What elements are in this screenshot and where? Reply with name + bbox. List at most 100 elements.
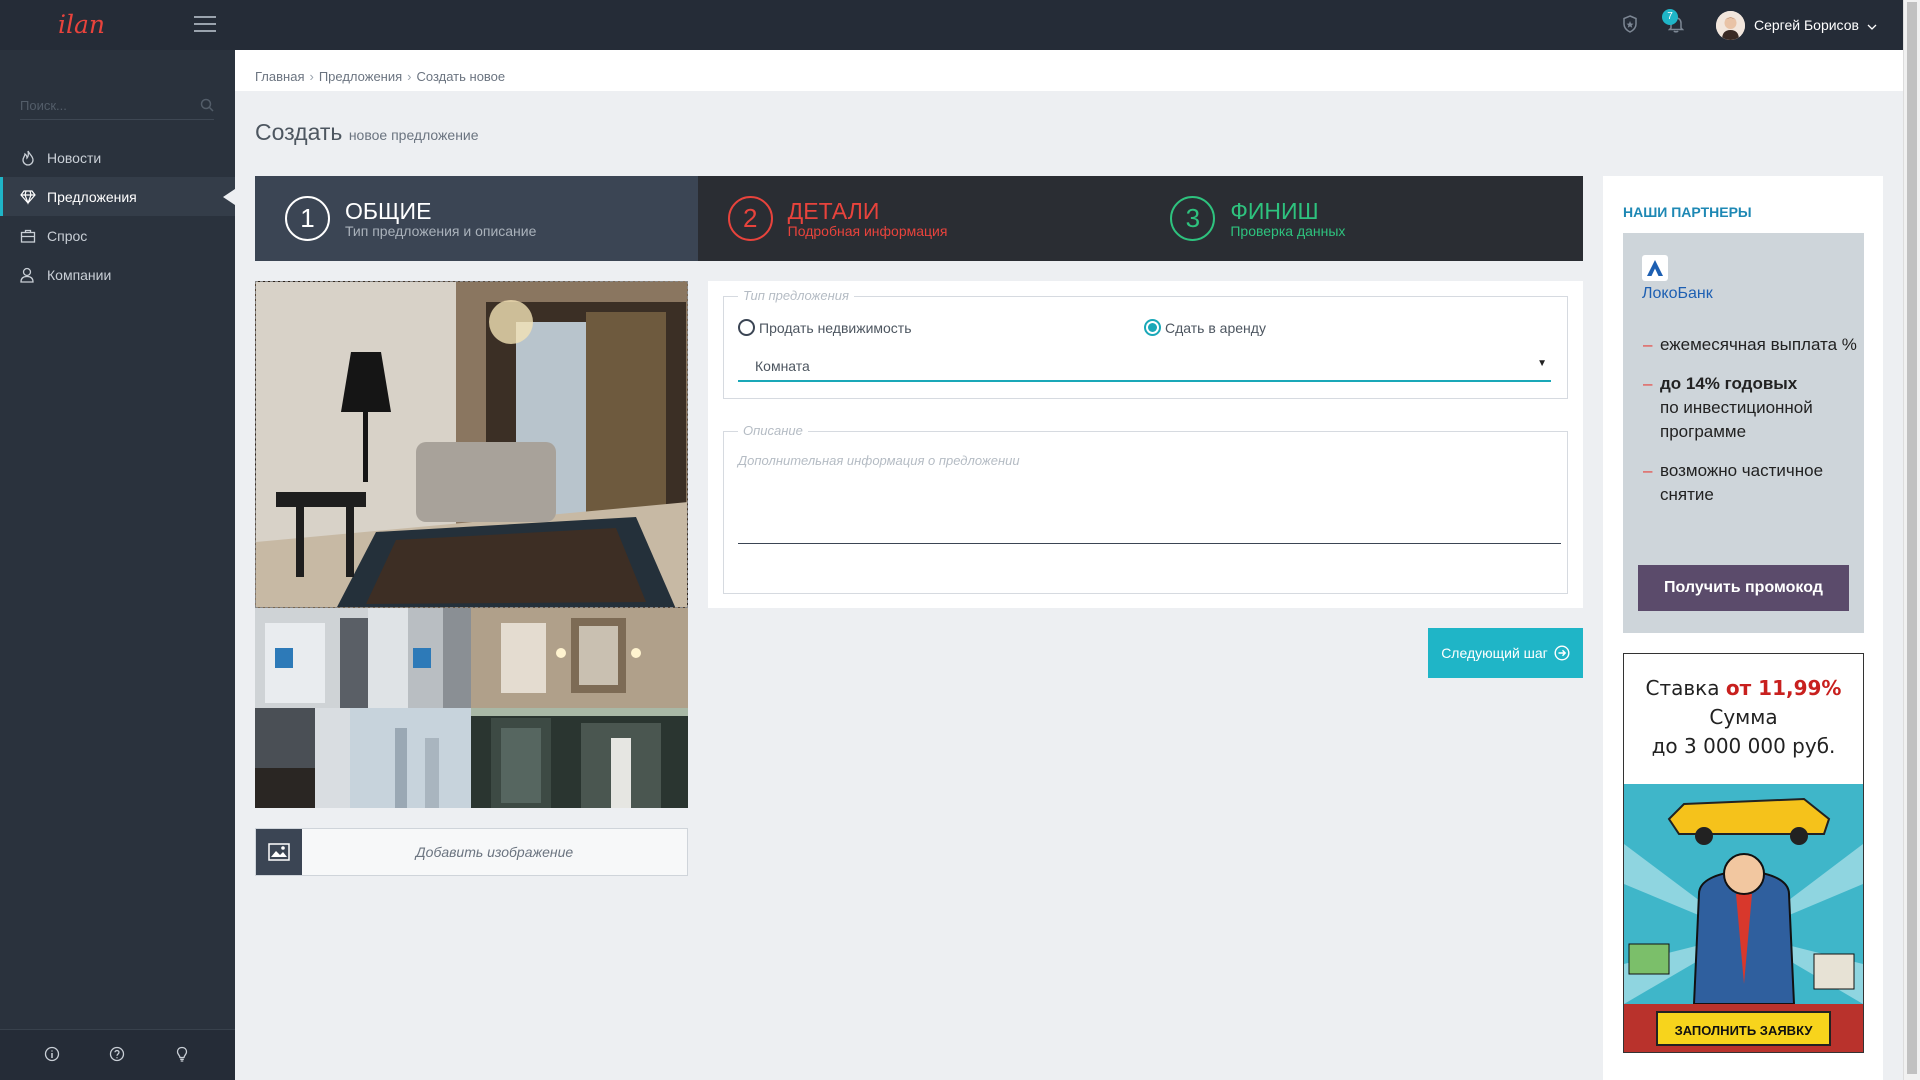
- benefit-text: ежемесячная выплата %: [1660, 335, 1857, 354]
- next-step-button[interactable]: Следующий шаг: [1428, 628, 1583, 678]
- breadcrumb: Главная › Предложения › Создать новое: [235, 50, 1903, 91]
- benefit-text: возможно частичное снятие: [1660, 461, 1824, 504]
- page-title-main: Создать: [255, 119, 343, 145]
- lightbulb-icon[interactable]: [174, 1046, 190, 1067]
- menu-toggle-icon[interactable]: [194, 16, 216, 33]
- wizard-steps: 1 ОБЩИЕ Тип предложения и описание 2 ДЕТ…: [255, 176, 1583, 261]
- briefcase-icon: [20, 229, 36, 243]
- top-bar: ilan 7 Сергей Борисов: [0, 0, 1903, 50]
- get-promo-button[interactable]: Получить промокод: [1638, 565, 1849, 611]
- step-number: 1: [285, 196, 330, 241]
- step-general[interactable]: 1 ОБЩИЕ Тип предложения и описание: [255, 176, 698, 261]
- app-logo[interactable]: ilan: [58, 10, 105, 39]
- search-icon[interactable]: [200, 98, 214, 117]
- sidebar-item-offers[interactable]: Предложения: [0, 177, 235, 216]
- apply-button[interactable]: ЗАПОЛНИТЬ ЗАЯВКУ: [1656, 1011, 1831, 1046]
- step-subtitle: Тип предложения и описание: [345, 222, 537, 239]
- user-name: Сергей Борисов: [1754, 17, 1859, 33]
- add-image-button[interactable]: Добавить изображение: [255, 828, 688, 876]
- thumbnail[interactable]: [368, 608, 471, 708]
- radio-rent[interactable]: Сдать в аренду: [1144, 319, 1266, 336]
- shield-icon[interactable]: [1622, 15, 1638, 38]
- step-subtitle: Подробная информация: [787, 222, 948, 239]
- page-subtitle: новое предложение: [348, 127, 479, 143]
- step-details[interactable]: 2 ДЕТАЛИ Подробная информация: [698, 176, 1141, 261]
- benefit-text: по инвестиционной программе: [1660, 398, 1813, 441]
- breadcrumb-current: Создать новое: [416, 69, 506, 84]
- sidebar-item-companies[interactable]: Компании: [0, 255, 235, 294]
- diamond-icon: [20, 189, 36, 205]
- sidebar-item-news[interactable]: Новости: [0, 138, 235, 177]
- chevron-down-icon: [1867, 17, 1877, 33]
- image-icon: [256, 829, 302, 875]
- add-image-label: Добавить изображение: [415, 844, 574, 860]
- benefit-item: ежемесячная выплата %: [1643, 333, 1864, 357]
- main-photo[interactable]: [255, 281, 688, 608]
- step-title: ДЕТАЛИ: [787, 197, 880, 224]
- description-legend: Описание: [738, 423, 808, 438]
- radio-rent-dot[interactable]: [1144, 319, 1161, 336]
- avatar: [1716, 10, 1745, 40]
- thumbnail[interactable]: [255, 708, 471, 808]
- arrow-right-circle-icon: [1554, 645, 1570, 661]
- thumbnail[interactable]: [471, 608, 688, 708]
- partners-panel: НАШИ ПАРТНЕРЫ ЛокоБанк ежемесячная выпла…: [1603, 176, 1883, 1080]
- user-menu[interactable]: Сергей Борисов: [1716, 10, 1877, 40]
- info-icon[interactable]: [44, 1046, 60, 1067]
- step-title: ФИНИШ: [1230, 197, 1319, 224]
- description-fieldset: Описание Дополнительная информация о пре…: [723, 423, 1568, 594]
- rate-prefix: Ставка: [1645, 676, 1720, 700]
- sidebar: Новости Предложения Спрос Компании: [0, 50, 235, 1080]
- sidebar-nav: Новости Предложения Спрос Компании: [0, 138, 235, 294]
- offer-type-fieldset: Тип предложения Продать недвижимость Сда…: [723, 288, 1568, 399]
- radio-sell[interactable]: Продать недвижимость: [738, 319, 912, 336]
- page-title: Создать новое предложение: [255, 119, 479, 146]
- breadcrumb-offers[interactable]: Предложения: [319, 69, 402, 91]
- next-step-label: Следующий шаг: [1441, 645, 1548, 661]
- notification-count-badge[interactable]: 7: [1662, 9, 1678, 25]
- description-textarea[interactable]: Дополнительная информация о предложении: [738, 448, 1561, 544]
- step-title: ОБЩИЕ: [345, 197, 432, 224]
- offer-form: Тип предложения Продать недвижимость Сда…: [708, 281, 1583, 608]
- step-number: 3: [1170, 196, 1216, 241]
- users-icon: [20, 267, 34, 283]
- property-type-select[interactable]: Комната ▼: [738, 349, 1551, 382]
- breadcrumb-separator-icon: ›: [407, 69, 412, 84]
- bank-name: ЛокоБанк: [1642, 285, 1713, 302]
- benefit-item: возможно частичное снятие: [1643, 459, 1864, 507]
- help-icon[interactable]: [109, 1046, 125, 1067]
- bank-banner[interactable]: ЛокоБанк ежемесячная выплата % до 14% го…: [1623, 233, 1864, 633]
- partners-title: НАШИ ПАРТНЕРЫ: [1623, 204, 1752, 220]
- scrollbar-thumb[interactable]: [1907, 2, 1917, 1074]
- thumbnail[interactable]: [471, 708, 688, 808]
- step-subtitle: Проверка данных: [1230, 222, 1346, 239]
- sidebar-item-demand[interactable]: Спрос: [0, 216, 235, 255]
- bank-logo-icon: [1642, 255, 1668, 286]
- breadcrumb-separator-icon: ›: [309, 69, 314, 84]
- page-scrollbar[interactable]: [1903, 0, 1920, 1080]
- benefit-item: до 14% годовых по инвестиционной программ…: [1643, 372, 1864, 444]
- caret-down-icon: ▼: [1537, 358, 1547, 369]
- search-input[interactable]: [20, 92, 190, 118]
- loan-ad-banner[interactable]: Ставка от 11,99% Сумма до 3 000 000 руб.…: [1623, 653, 1864, 1053]
- loan-ad-text: Ставка от 11,99% Сумма до 3 000 000 руб.: [1624, 674, 1863, 761]
- sidebar-item-label: Предложения: [47, 188, 137, 205]
- fire-icon: [22, 150, 34, 166]
- rate-value: от 11,99%: [1725, 676, 1842, 700]
- bank-benefits: ежемесячная выплата % до 14% годовых по и…: [1643, 333, 1864, 522]
- sidebar-footer: [0, 1029, 235, 1080]
- offer-type-legend: Тип предложения: [738, 288, 854, 303]
- radio-sell-label: Продать недвижимость: [759, 319, 912, 336]
- photo-gallery: [255, 281, 688, 808]
- radio-rent-label: Сдать в аренду: [1165, 319, 1266, 336]
- radio-sell-dot[interactable]: [738, 319, 755, 336]
- sidebar-item-label: Новости: [47, 149, 102, 166]
- breadcrumb-home[interactable]: Главная: [255, 69, 304, 91]
- thumbnail[interactable]: [255, 608, 368, 708]
- amount-label: Сумма: [1709, 705, 1778, 729]
- benefit-bold: до 14% годовых: [1660, 374, 1798, 393]
- step-finish[interactable]: 3 ФИНИШ Проверка данных: [1140, 176, 1583, 261]
- property-type-value: Комната: [755, 358, 810, 374]
- step-number: 2: [727, 196, 773, 241]
- photo-thumbnails: [255, 608, 688, 808]
